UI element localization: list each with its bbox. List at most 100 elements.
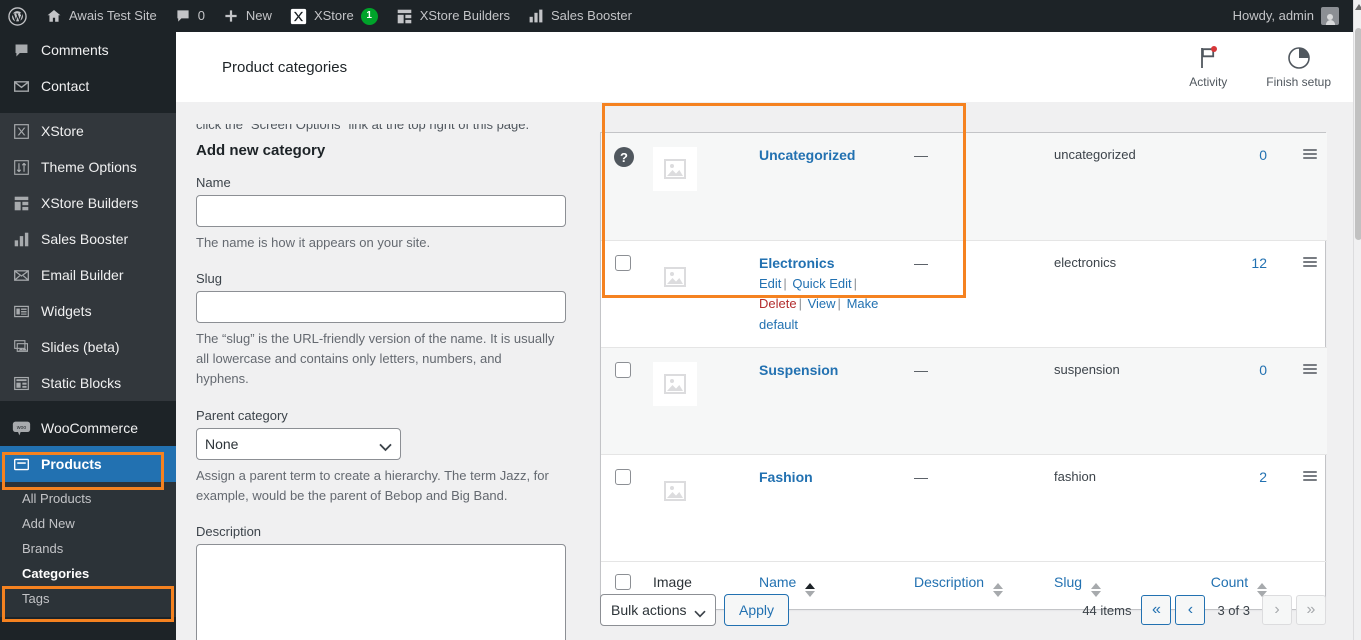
description-textarea[interactable] (196, 543, 566, 640)
header-actions: Activity Finish setup (1180, 45, 1331, 89)
drag-handle-icon[interactable] (1303, 255, 1317, 269)
sort-by-slug-link[interactable]: Slug (1054, 574, 1082, 590)
page-title: Product categories (222, 58, 348, 76)
submenu-item-add-new[interactable]: Add New (0, 511, 176, 536)
sidebar-item-xstore-builders[interactable]: XStore Builders (0, 185, 176, 221)
sidebar-item-products[interactable]: Products (0, 446, 176, 482)
pagination: 44 items « ‹ 3 of 3 › » (1082, 595, 1326, 625)
next-page-button: › (1262, 595, 1292, 625)
sidebar-item-comments[interactable]: Comments (0, 32, 176, 68)
site-name-label: Awais Test Site (69, 8, 157, 23)
category-name-link[interactable]: Uncategorized (759, 147, 855, 163)
row-action-delete[interactable]: Delete (759, 296, 797, 311)
submenu-item-brands[interactable]: Brands (0, 536, 176, 561)
apply-button[interactable]: Apply (724, 594, 790, 626)
row-description-cell: — (904, 347, 1044, 455)
drag-handle-icon[interactable] (1303, 147, 1317, 161)
name-input[interactable] (196, 195, 566, 227)
category-count-link[interactable]: 0 (1259, 362, 1267, 378)
sidebar-item-xstore[interactable]: XStore (0, 113, 176, 149)
account-menu[interactable]: Howdy, admin (1224, 0, 1361, 32)
submenu-item-categories[interactable]: Categories (0, 561, 176, 586)
row-checkbox[interactable] (615, 361, 631, 378)
xstore-builders-menu[interactable]: XStore Builders (387, 0, 519, 32)
row-checkbox[interactable] (615, 254, 631, 271)
wordpress-logo-button[interactable] (0, 0, 37, 32)
slides-icon (11, 339, 31, 356)
first-page-button[interactable]: « (1141, 595, 1172, 625)
category-count-link[interactable]: 2 (1259, 469, 1267, 485)
placeholder-image-icon (653, 147, 697, 191)
action-separator: | (853, 275, 858, 291)
row-slug-cell: suspension (1044, 347, 1189, 455)
table-row: ? Uncategorized — uncategorized 0 (601, 133, 1327, 241)
sidebar-item-widgets[interactable]: Widgets (0, 293, 176, 329)
category-name-link[interactable]: Electronics (759, 255, 834, 271)
slug-input[interactable] (196, 291, 566, 324)
drag-handle-icon[interactable] (1303, 469, 1317, 483)
mail-icon (11, 267, 31, 284)
sidebar-item-contact[interactable]: Contact (0, 68, 176, 104)
sidebar-item-sales-booster[interactable]: Sales Booster (0, 221, 176, 257)
row-selector-cell (601, 240, 643, 348)
sidebar-item-slides[interactable]: Slides (beta) (0, 329, 176, 365)
sidebar-item-woocommerce[interactable]: woo WooCommerce (0, 410, 176, 446)
slug-label: Slug (196, 271, 223, 287)
category-name-link[interactable]: Fashion (759, 469, 813, 485)
scrollbar-thumb[interactable] (1355, 28, 1361, 240)
table-body: ? Uncategorized — uncategorized 0 Electr… (601, 133, 1327, 562)
placeholder-image-icon (653, 254, 697, 299)
comment-icon (175, 8, 191, 24)
row-action-view[interactable]: View (808, 296, 836, 311)
table-row: Electronics Edit | Quick Edit | Delete | Vi… (601, 240, 1327, 348)
finish-setup-button[interactable]: Finish setup (1266, 45, 1331, 89)
category-slug: uncategorized (1054, 147, 1136, 162)
category-name-link[interactable]: Suspension (759, 362, 838, 378)
category-description: — (914, 254, 928, 271)
row-count-cell: 0 (1189, 133, 1277, 241)
sales-booster-menu[interactable]: Sales Booster (519, 0, 641, 32)
row-action-quick-edit[interactable]: Quick Edit (792, 276, 851, 291)
activity-label: Activity (1189, 75, 1228, 89)
scroll-up-arrow-icon[interactable] (1355, 4, 1361, 10)
row-count-cell: 12 (1189, 240, 1277, 348)
comments-bubble[interactable]: 0 (166, 0, 214, 32)
row-action-edit[interactable]: Edit (759, 276, 781, 291)
sort-by-description-link[interactable]: Description (914, 574, 984, 590)
activity-button[interactable]: Activity (1180, 45, 1236, 89)
submenu-item-all-products[interactable]: All Products (0, 486, 176, 511)
row-actions: Edit | Quick Edit | Delete | View | Make def… (759, 274, 894, 336)
table-row: Suspension — suspension 0 (601, 347, 1327, 455)
row-handle-cell (1277, 347, 1327, 455)
category-count-link[interactable]: 12 (1251, 255, 1267, 271)
row-selector-cell (601, 454, 643, 562)
submenu-item-tags[interactable]: Tags (0, 586, 176, 611)
row-handle-cell (1277, 133, 1327, 241)
avatar (1321, 7, 1339, 25)
sidebar-item-email-builder[interactable]: Email Builder (0, 257, 176, 293)
bulk-actions-select[interactable]: Bulk actions (600, 594, 716, 626)
select-all-checkbox[interactable] (615, 573, 631, 590)
sidebar-item-label: Products (41, 456, 102, 472)
page-scrollbar[interactable] (1353, 0, 1361, 640)
sidebar-item-static-blocks[interactable]: Static Blocks (0, 365, 176, 401)
plus-icon (223, 8, 239, 24)
row-checkbox[interactable] (615, 468, 631, 485)
drag-handle-icon[interactable] (1303, 362, 1317, 376)
new-content-menu[interactable]: New (214, 0, 281, 32)
category-slug: electronics (1054, 254, 1117, 270)
previous-page-button[interactable]: ‹ (1175, 595, 1206, 625)
sidebar-item-theme-options[interactable]: Theme Options (0, 149, 176, 185)
category-slug: fashion (1054, 468, 1096, 484)
category-count-link[interactable]: 0 (1259, 147, 1267, 163)
categories-table-container: ? Uncategorized — uncategorized 0 Electr… (600, 132, 1327, 610)
sort-by-name-link[interactable]: Name (759, 574, 796, 590)
scrolled-help-text: click the “Screen Options” link at the t… (196, 124, 530, 132)
parent-category-select[interactable]: None (196, 427, 401, 460)
add-category-form: Add new category Name The name is how it… (196, 142, 586, 640)
help-icon[interactable]: ? (614, 147, 634, 167)
site-name-menu[interactable]: Awais Test Site (37, 0, 166, 32)
sidebar-item-label: XStore Builders (41, 195, 139, 211)
sort-by-count-link[interactable]: Count (1211, 574, 1248, 590)
xstore-menu[interactable]: XStore 1 (281, 0, 387, 32)
